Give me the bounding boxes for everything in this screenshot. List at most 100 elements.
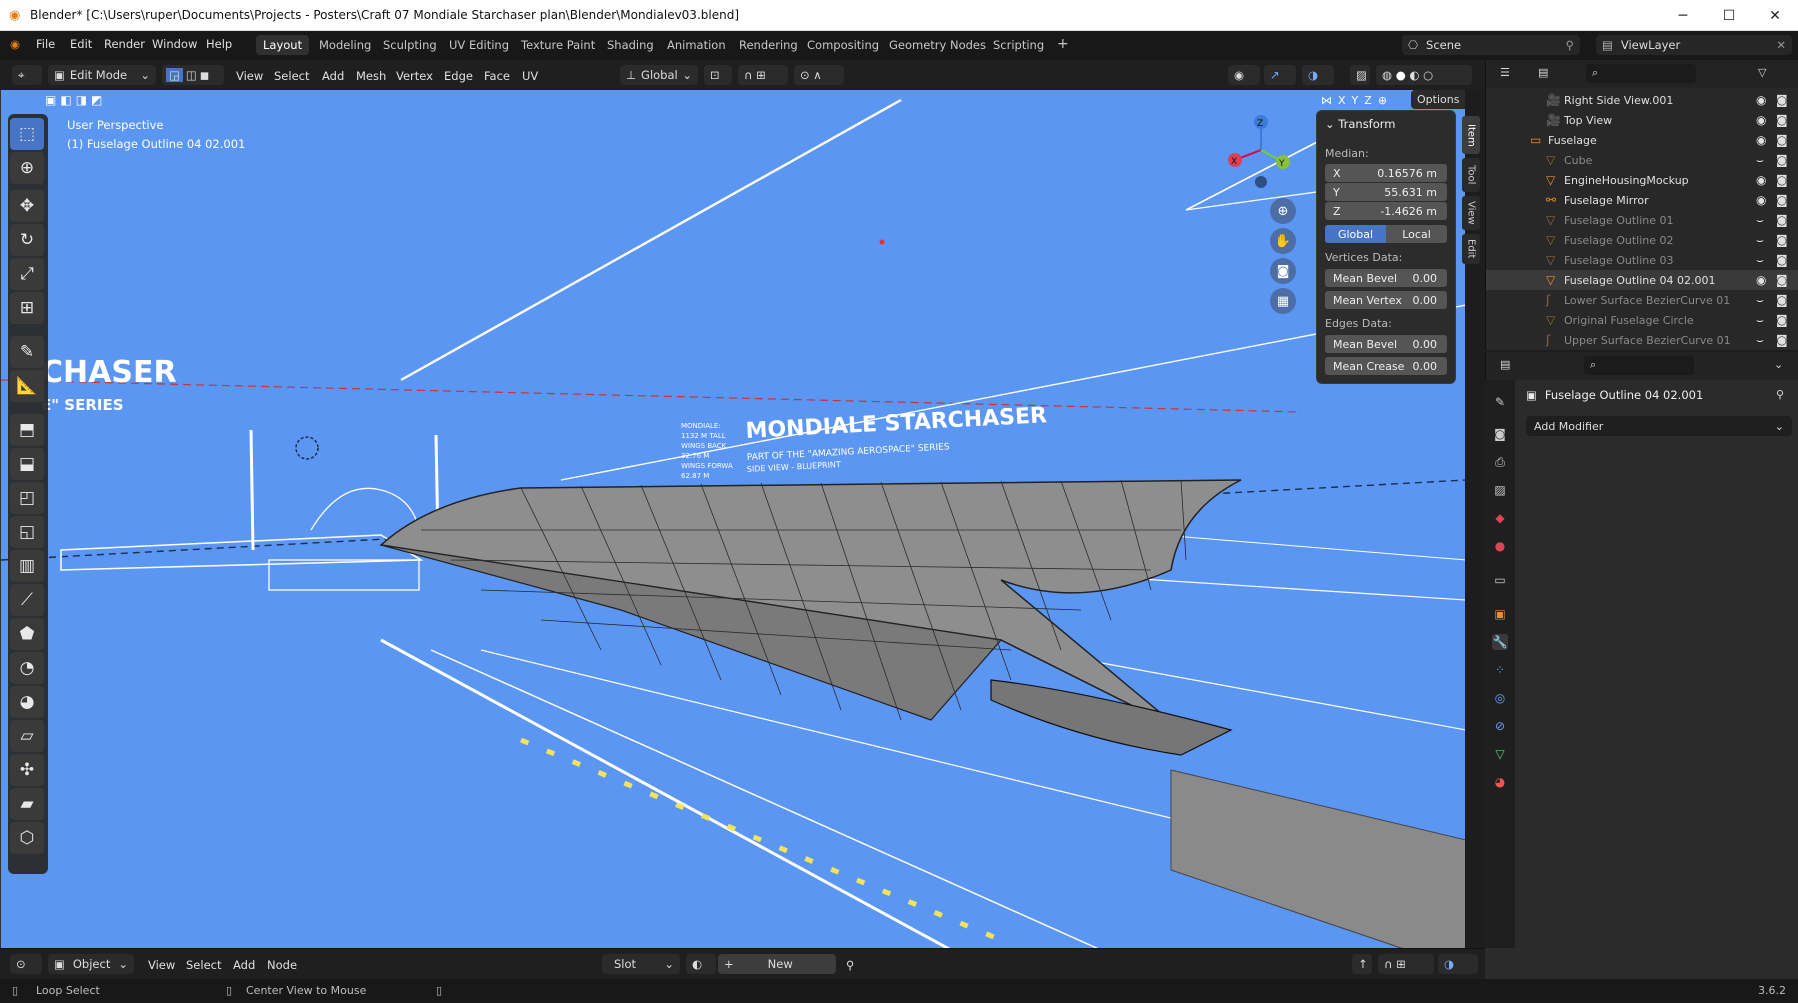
- render-camera-icon[interactable]: ◙: [1776, 273, 1788, 287]
- menu-mesh[interactable]: Mesh: [356, 69, 386, 83]
- new-material-button[interactable]: + New: [718, 954, 836, 974]
- tab-item[interactable]: Item: [1462, 116, 1480, 154]
- output-props-icon[interactable]: ⎙: [1492, 454, 1508, 470]
- measure-tool-icon[interactable]: 📐: [10, 370, 44, 402]
- mirror-z-toggle[interactable]: Z: [1364, 94, 1372, 107]
- tab-animation[interactable]: Animation: [660, 35, 733, 55]
- tab-edit[interactable]: Edit: [1462, 234, 1480, 264]
- transform-tool-icon[interactable]: ⊞: [10, 292, 44, 324]
- object-props-icon[interactable]: ▣: [1492, 606, 1508, 622]
- cube-object[interactable]: [1170, 769, 1465, 948]
- add-workspace-icon[interactable]: +: [1050, 33, 1076, 55]
- tab-scripting[interactable]: Scripting: [986, 35, 1051, 55]
- outliner-row[interactable]: ▽ EngineHousingMockup ◉ ◙: [1486, 170, 1798, 190]
- render-camera-icon[interactable]: ◙: [1776, 173, 1788, 187]
- world-props-icon[interactable]: ●: [1492, 538, 1508, 554]
- pivot-point-button[interactable]: ⊡: [704, 65, 732, 85]
- bevel-tool-icon[interactable]: ◱: [10, 516, 44, 548]
- proportional-edit-button[interactable]: ⊙ ∧: [794, 65, 844, 85]
- mean-vertex-field[interactable]: Mean Vertex 0.00: [1325, 291, 1447, 309]
- rendered-icon[interactable]: ○: [1423, 68, 1433, 82]
- object-type-selector[interactable]: ▣ Object ⌄: [48, 954, 134, 974]
- particles-props-icon[interactable]: ⁘: [1492, 662, 1508, 678]
- median-y-field[interactable]: Y 55.631 m: [1325, 183, 1447, 201]
- mean-bevel-vertex-field[interactable]: Mean Bevel 0.00: [1325, 269, 1447, 287]
- outliner-row[interactable]: ʃ Upper Surface BezierCurve 01 ⌣ ◙: [1486, 330, 1798, 350]
- select-subtract-icon[interactable]: ◨: [76, 93, 87, 107]
- mirror-x-toggle[interactable]: X: [1338, 94, 1346, 107]
- render-camera-icon[interactable]: ◙: [1776, 153, 1788, 167]
- menu-select[interactable]: Select: [274, 69, 309, 83]
- mirror-icon[interactable]: ⋈: [1321, 94, 1332, 107]
- zoom-icon[interactable]: ⊕: [1270, 198, 1296, 224]
- tab-modeling[interactable]: Modeling: [312, 35, 378, 55]
- solid-icon[interactable]: ●: [1396, 68, 1406, 82]
- tab-layout[interactable]: Layout: [256, 35, 310, 55]
- tab-geometry-nodes[interactable]: Geometry Nodes: [882, 35, 993, 55]
- menu-select[interactable]: Select: [186, 958, 221, 972]
- inset-tool-icon[interactable]: ◰: [10, 482, 44, 514]
- mode-selector[interactable]: ▣ Edit Mode ⌄: [48, 65, 156, 85]
- 3d-cursor-icon[interactable]: [295, 436, 319, 460]
- visibility-eye-icon[interactable]: ⌣: [1756, 333, 1764, 348]
- parent-node-icon[interactable]: ↑: [1352, 954, 1372, 974]
- chevron-down-icon[interactable]: ⌄: [1774, 358, 1783, 371]
- visibility-eye-icon[interactable]: ⌣: [1756, 153, 1764, 168]
- camera-icon[interactable]: ◙: [1270, 258, 1296, 284]
- maximize-button[interactable]: ☐: [1706, 0, 1752, 31]
- poly-build-tool-icon[interactable]: ⬟: [10, 618, 44, 650]
- render-camera-icon[interactable]: ◙: [1776, 93, 1788, 107]
- minimize-button[interactable]: ─: [1660, 0, 1706, 31]
- annotate-tool-icon[interactable]: ✎: [10, 336, 44, 368]
- wireframe-icon[interactable]: ◍: [1382, 68, 1392, 82]
- menu-vertex[interactable]: Vertex: [396, 69, 433, 83]
- outliner-row[interactable]: ▽ Fuselage Outline 03 ⌣ ◙: [1486, 250, 1798, 270]
- scene-props-icon[interactable]: ◆: [1492, 510, 1508, 526]
- shear-tool-icon[interactable]: ▰: [10, 788, 44, 820]
- render-camera-icon[interactable]: ◙: [1776, 293, 1788, 307]
- mesh-surface[interactable]: [379, 479, 1242, 731]
- visibility-eye-icon[interactable]: ⌣: [1756, 213, 1764, 228]
- navigation-gizmo[interactable]: Z X Y: [1221, 110, 1301, 190]
- material-browse-button[interactable]: ◐: [686, 954, 716, 974]
- transform-orientation-selector[interactable]: ⊥ Global ⌄: [620, 65, 698, 85]
- median-x-field[interactable]: X 0.16576 m: [1325, 164, 1447, 182]
- outliner-row[interactable]: 🎥 Right Side View.001 ◉ ◙: [1486, 90, 1798, 110]
- tab-compositing[interactable]: Compositing: [800, 35, 886, 55]
- median-z-field[interactable]: Z -1.4626 m: [1325, 202, 1447, 220]
- editor-type-button[interactable]: ⌖: [12, 65, 42, 85]
- select-box-tool-icon[interactable]: ⬚: [10, 118, 44, 150]
- select-extend-icon[interactable]: ◧: [60, 93, 71, 107]
- global-toggle[interactable]: Global: [1325, 225, 1386, 243]
- display-mode-icon[interactable]: ▤: [1538, 66, 1548, 79]
- menu-view[interactable]: View: [236, 69, 263, 83]
- material-icon[interactable]: ◐: [1409, 68, 1419, 82]
- menu-node[interactable]: Node: [267, 958, 297, 972]
- tab-rendering[interactable]: Rendering: [732, 35, 805, 55]
- visibility-button[interactable]: ◉: [1228, 65, 1260, 85]
- pin-icon[interactable]: ⚲: [1776, 388, 1784, 401]
- tab-view[interactable]: View: [1462, 196, 1480, 230]
- topology-icon[interactable]: ⊕: [1378, 94, 1387, 107]
- add-modifier-dropdown[interactable]: Add Modifier ⌄: [1526, 416, 1792, 436]
- menu-edit[interactable]: Edit: [70, 37, 92, 51]
- transform-panel-header[interactable]: ⌄ Transform: [1325, 117, 1396, 131]
- tab-uv-editing[interactable]: UV Editing: [442, 35, 516, 55]
- view-layer-props-icon[interactable]: ▨: [1492, 482, 1508, 498]
- outliner-row[interactable]: ▽ Original Fuselage Circle ⌣ ◙: [1486, 310, 1798, 330]
- menu-uv[interactable]: UV: [522, 69, 538, 83]
- render-camera-icon[interactable]: ◙: [1776, 213, 1788, 227]
- snap-button[interactable]: ∩ ⊞: [738, 65, 788, 85]
- render-camera-icon[interactable]: ◙: [1776, 333, 1788, 347]
- blender-menu-icon[interactable]: ◉: [10, 37, 20, 51]
- menu-file[interactable]: File: [36, 37, 55, 51]
- mean-crease-field[interactable]: Mean Crease 0.00: [1325, 357, 1447, 375]
- mean-bevel-edge-field[interactable]: Mean Bevel 0.00: [1325, 335, 1447, 353]
- outliner-row[interactable]: ʃ Lower Surface BezierCurve 01 ⌣ ◙: [1486, 290, 1798, 310]
- outliner-row[interactable]: ▽ Fuselage Outline 04 02.001 ◉ ◙: [1486, 270, 1798, 290]
- extrude-tool-icon[interactable]: ⬓: [10, 448, 44, 480]
- constraints-props-icon[interactable]: ⊘: [1492, 718, 1508, 734]
- render-props-icon[interactable]: ◙: [1492, 426, 1508, 442]
- scene-selector[interactable]: ⎔ Scene ⚲: [1402, 35, 1580, 55]
- render-camera-icon[interactable]: ◙: [1776, 193, 1788, 207]
